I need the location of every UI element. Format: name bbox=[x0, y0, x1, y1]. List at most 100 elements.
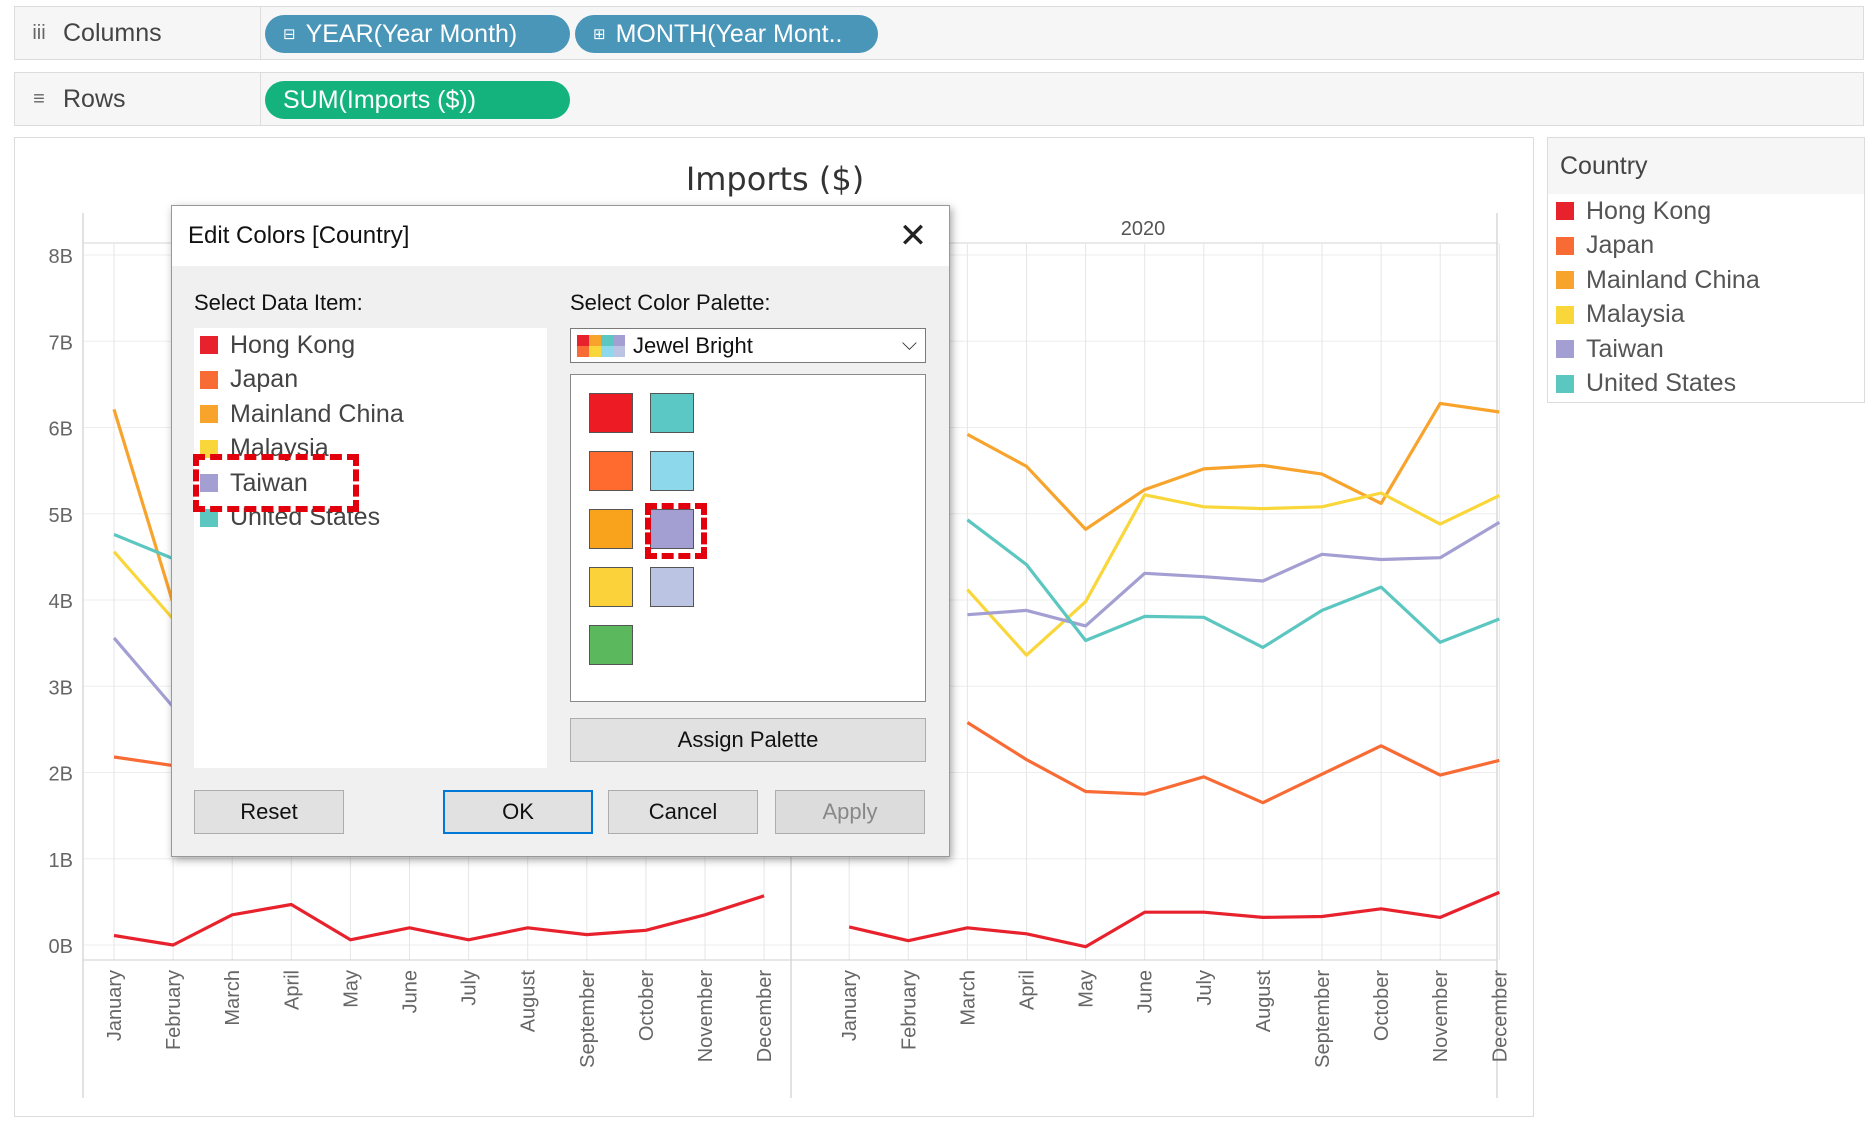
data-item[interactable]: Japan bbox=[194, 363, 547, 398]
series-line bbox=[113, 755, 174, 768]
year-header: 2020 bbox=[1121, 218, 1166, 240]
palette-dropdown[interactable]: Jewel Bright ⌵ bbox=[570, 328, 926, 363]
palette-swatch-grid[interactable] bbox=[570, 374, 926, 702]
palette-color-swatch[interactable] bbox=[650, 393, 694, 433]
palette-color-swatch[interactable] bbox=[650, 567, 694, 607]
x-tick-label: December bbox=[754, 970, 776, 1063]
data-item[interactable]: Malaysia bbox=[194, 432, 547, 467]
color-legend[interactable]: Country Hong Kong Japan Mainland China Mala… bbox=[1547, 137, 1865, 403]
cancel-button[interactable]: Cancel bbox=[608, 790, 758, 834]
data-item-label: Hong Kong bbox=[230, 330, 356, 359]
x-tick-label: September bbox=[1312, 970, 1334, 1068]
data-item[interactable]: Taiwan bbox=[194, 466, 547, 501]
palette-color-swatch[interactable] bbox=[650, 451, 694, 491]
data-item-label: Taiwan bbox=[230, 468, 308, 497]
columns-shelf[interactable]: iii Columns ⊟ YEAR(Year Month) ⊞ MONTH(Y… bbox=[14, 6, 1864, 60]
assign-palette-button[interactable]: Assign Palette bbox=[570, 718, 926, 762]
apply-button: Apply bbox=[775, 790, 925, 834]
x-tick-label: January bbox=[104, 970, 126, 1041]
sum-imports-pill-label: SUM(Imports ($)) bbox=[283, 85, 477, 114]
legend-item[interactable]: Malaysia bbox=[1548, 298, 1864, 333]
legend-swatch bbox=[1556, 202, 1574, 221]
x-tick-label: April bbox=[281, 970, 303, 1010]
data-item[interactable]: Mainland China bbox=[194, 397, 547, 432]
chart-title: Imports ($) bbox=[686, 160, 864, 198]
rows-shelf[interactable]: ≡ Rows SUM(Imports ($)) bbox=[14, 72, 1864, 126]
data-item-label: Malaysia bbox=[230, 434, 329, 463]
palette-color-swatch[interactable] bbox=[589, 393, 633, 433]
x-tick-label: February bbox=[163, 970, 185, 1050]
data-item-swatch bbox=[200, 508, 218, 527]
y-tick-label: 2B bbox=[49, 764, 73, 786]
expand-icon: ⊞ bbox=[593, 26, 606, 43]
legend-title: Country bbox=[1548, 138, 1864, 194]
reset-button[interactable]: Reset bbox=[194, 790, 344, 834]
palette-color-swatch[interactable] bbox=[589, 451, 633, 491]
select-data-item-label: Select Data Item: bbox=[194, 290, 363, 315]
collapse-icon: ⊟ bbox=[283, 26, 296, 43]
legend-swatch bbox=[1556, 236, 1574, 255]
month-pill-label: MONTH(Year Mont.. bbox=[615, 19, 843, 48]
data-item-label: United States bbox=[230, 503, 381, 532]
chevron-down-icon: ⌵ bbox=[901, 333, 917, 355]
palette-color-swatch[interactable] bbox=[589, 625, 633, 665]
sum-imports-pill[interactable]: SUM(Imports ($)) bbox=[265, 81, 570, 119]
series-line bbox=[966, 721, 1500, 805]
y-tick-label: 3B bbox=[49, 677, 73, 699]
y-tick-label: 8B bbox=[49, 246, 73, 268]
year-pill[interactable]: ⊟ YEAR(Year Month) bbox=[265, 15, 570, 53]
palette-color-swatch[interactable] bbox=[650, 509, 694, 549]
y-tick-label: 6B bbox=[49, 419, 73, 441]
legend-item[interactable]: Hong Kong bbox=[1548, 194, 1864, 229]
series-line bbox=[967, 521, 1501, 628]
ok-button[interactable]: OK bbox=[443, 790, 593, 834]
data-item-label: Japan bbox=[230, 365, 299, 394]
x-tick-label: August bbox=[1253, 970, 1275, 1033]
y-tick-label: 5B bbox=[49, 505, 73, 527]
data-item-swatch bbox=[200, 405, 218, 424]
x-tick-label: October bbox=[1371, 970, 1393, 1041]
columns-shelf-label: iii Columns bbox=[15, 7, 261, 59]
data-item-list[interactable]: Hong Kong Japan Mainland China Malaysia Taiw… bbox=[194, 328, 547, 768]
legend-swatch bbox=[1556, 340, 1574, 359]
month-pill[interactable]: ⊞ MONTH(Year Mont.. bbox=[575, 15, 878, 53]
legend-item-label: United States bbox=[1586, 369, 1737, 398]
palette-color-swatch[interactable] bbox=[589, 567, 633, 607]
series-line bbox=[966, 518, 1500, 649]
legend-item-label: Japan bbox=[1586, 231, 1655, 260]
close-icon[interactable]: ✕ bbox=[895, 218, 931, 254]
series-line bbox=[113, 533, 174, 561]
rows-icon: ≡ bbox=[33, 87, 45, 110]
legend-item[interactable]: Taiwan bbox=[1548, 332, 1864, 367]
year-pill-label: YEAR(Year Month) bbox=[305, 19, 518, 48]
data-item-swatch bbox=[200, 439, 218, 458]
edit-colors-dialog[interactable]: Edit Colors [Country] ✕ Select Data Item… bbox=[171, 205, 950, 857]
y-tick-label: 7B bbox=[49, 332, 73, 354]
y-tick-label: 4B bbox=[49, 591, 73, 613]
data-item[interactable]: United States bbox=[194, 501, 547, 536]
series-line bbox=[112, 408, 175, 604]
legend-item[interactable]: Mainland China bbox=[1548, 263, 1864, 298]
series-line bbox=[966, 401, 1500, 531]
x-tick-label: October bbox=[636, 970, 658, 1041]
palette-color-swatch[interactable] bbox=[589, 509, 633, 549]
x-tick-label: July bbox=[459, 970, 481, 1006]
legend-item-label: Hong Kong bbox=[1586, 196, 1712, 225]
x-tick-label: May bbox=[1076, 970, 1098, 1008]
legend-item[interactable]: Japan bbox=[1548, 229, 1864, 264]
legend-item-label: Malaysia bbox=[1586, 300, 1685, 329]
y-tick-label: 0B bbox=[49, 936, 73, 958]
x-tick-label: November bbox=[695, 970, 717, 1063]
data-item-swatch bbox=[200, 370, 218, 389]
palette-thumbnail-icon bbox=[577, 334, 625, 357]
legend-item[interactable]: United States bbox=[1548, 367, 1864, 402]
rows-shelf-label: ≡ Rows bbox=[15, 73, 261, 125]
x-tick-label: September bbox=[577, 970, 599, 1068]
data-item[interactable]: Hong Kong bbox=[194, 328, 547, 363]
series-line bbox=[848, 890, 1500, 949]
data-item-label: Mainland China bbox=[230, 399, 404, 428]
x-tick-label: February bbox=[898, 970, 920, 1050]
legend-swatch bbox=[1556, 305, 1574, 324]
legend-item-label: Taiwan bbox=[1586, 334, 1664, 363]
data-item-swatch bbox=[200, 474, 218, 493]
